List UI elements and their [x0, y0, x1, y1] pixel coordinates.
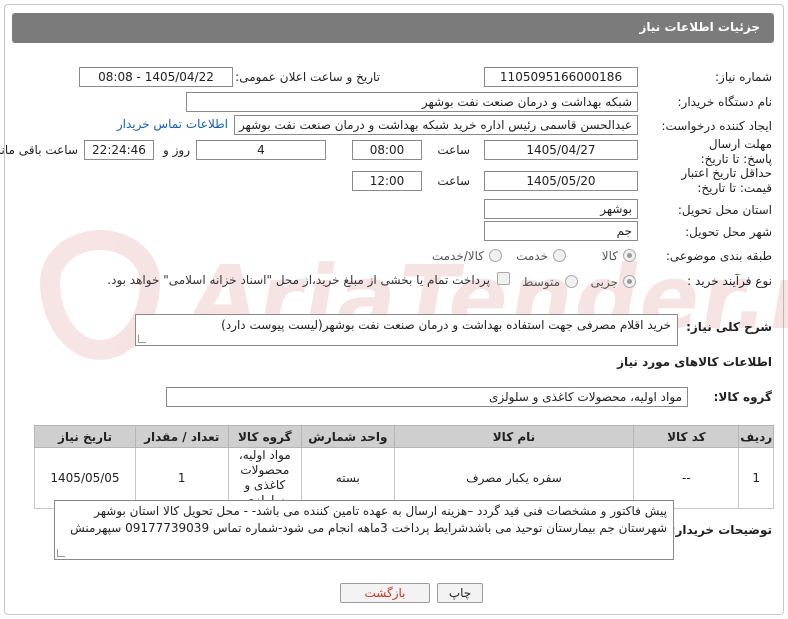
process-radio-medium[interactable]	[565, 275, 578, 288]
announce-date-label: تاریخ و ساعت اعلان عمومی:	[235, 70, 380, 84]
cell-row-number: 1	[738, 447, 774, 509]
process-option-minor: جزیی	[590, 275, 618, 289]
payment-treasury-checkbox[interactable]	[497, 272, 510, 285]
category-radio-both[interactable]	[489, 249, 502, 262]
goods-section-title: اطلاعات کالاهای مورد نیاز	[617, 355, 772, 369]
city-field[interactable]: جم	[484, 221, 638, 241]
buyer-org-label: نام دستگاه خریدار:	[677, 95, 773, 109]
reply-date-field[interactable]: 1405/04/27	[484, 140, 638, 160]
buyer-notes-text: پیش فاکتور و مشخصات فنی قید گردد –هزینه …	[70, 504, 667, 535]
category-option-goods: کالا	[601, 249, 618, 263]
description-textarea[interactable]: خرید اقلام مصرفی جهت استفاده بهداشت و در…	[135, 314, 678, 346]
price-validity-label: حداقل تاریخ اعتبار قیمت: تا تاریخ:	[681, 166, 772, 195]
col-quantity: تعداد / مقدار	[134, 425, 229, 448]
requester-label: ایجاد کننده درخواست:	[661, 119, 772, 133]
col-item-code: کد کالا	[633, 425, 740, 448]
category-option-service: خدمت	[516, 249, 548, 263]
price-time-field[interactable]: 12:00	[352, 171, 422, 191]
back-button[interactable]: بازگشت	[340, 583, 430, 603]
resize-grip-icon[interactable]	[138, 335, 146, 343]
category-option-both: کالا/خدمت	[431, 249, 484, 263]
items-table-header: ردیف کد کالا نام کالا واحد شمارش گروه کا…	[34, 425, 774, 448]
col-need-date: تاریخ نیاز	[34, 425, 136, 448]
category-label: طبقه بندی موضوعی:	[665, 249, 772, 263]
reply-deadline-label: مهلت ارسال پاسخ: تا تاریخ:	[700, 137, 772, 166]
buyer-notes-textarea[interactable]: پیش فاکتور و مشخصات فنی قید گردد –هزینه …	[54, 500, 674, 560]
description-text: خرید اقلام مصرفی جهت استفاده بهداشت و در…	[221, 318, 671, 332]
category-radio-service[interactable]	[553, 249, 566, 262]
goods-group-field[interactable]: مواد اولیه، محصولات کاغذی و سلولزی	[166, 387, 688, 407]
city-label: شهر محل تحویل:	[685, 225, 772, 239]
col-item-name: نام کالا	[393, 425, 635, 448]
buyer-notes-label: توضیحات خریدار:	[670, 523, 772, 537]
need-number-field[interactable]: 1105095166000186	[484, 67, 638, 87]
reply-time-label: ساعت	[437, 143, 470, 157]
col-group: گروه کالا	[227, 425, 303, 448]
page-header: جزئیات اطلاعات نیاز	[12, 13, 774, 43]
buyer-contact-link[interactable]: اطلاعات تماس خریدار	[117, 117, 228, 131]
process-radio-minor[interactable]	[623, 275, 636, 288]
requester-field[interactable]: عبدالحسن قاسمی رئیس اداره خرید شبکه بهدا…	[234, 115, 638, 135]
province-field[interactable]: بوشهر	[484, 199, 638, 219]
price-date-field[interactable]: 1405/05/20	[484, 171, 638, 191]
items-table: ردیف کد کالا نام کالا واحد شمارش گروه کا…	[34, 425, 774, 509]
province-label: استان محل تحویل:	[677, 203, 772, 217]
col-row-number: ردیف	[738, 425, 774, 448]
category-radio-goods[interactable]	[623, 249, 636, 262]
payment-treasury-note: پرداخت تمام یا بخشی از مبلغ خرید،از محل …	[107, 273, 490, 287]
remaining-time-field[interactable]: 22:24:46	[84, 140, 154, 160]
days-label: روز و	[163, 143, 190, 157]
days-field[interactable]: 4	[196, 140, 326, 160]
goods-group-label: گروه کالا:	[713, 390, 772, 404]
description-label: شرح کلی نیاز:	[686, 320, 772, 334]
announce-date-field[interactable]: 1405/04/22 - 08:08	[79, 67, 233, 87]
page-title: جزئیات اطلاعات نیاز	[639, 20, 760, 34]
process-option-medium: متوسط	[522, 275, 560, 289]
buyer-org-field[interactable]: شبکه بهداشت و درمان صنعت نفت بوشهر	[186, 92, 638, 112]
process-label: نوع فرآیند خرید :	[687, 274, 772, 288]
need-number-label: شماره نیاز:	[715, 70, 772, 84]
remaining-time-label: ساعت باقی مانده	[0, 143, 78, 157]
col-unit: واحد شمارش	[301, 425, 395, 448]
reply-time-field[interactable]: 08:00	[352, 140, 422, 160]
print-button[interactable]: چاپ	[437, 583, 483, 603]
price-time-label: ساعت	[437, 174, 470, 188]
resize-grip-icon[interactable]	[57, 549, 65, 557]
